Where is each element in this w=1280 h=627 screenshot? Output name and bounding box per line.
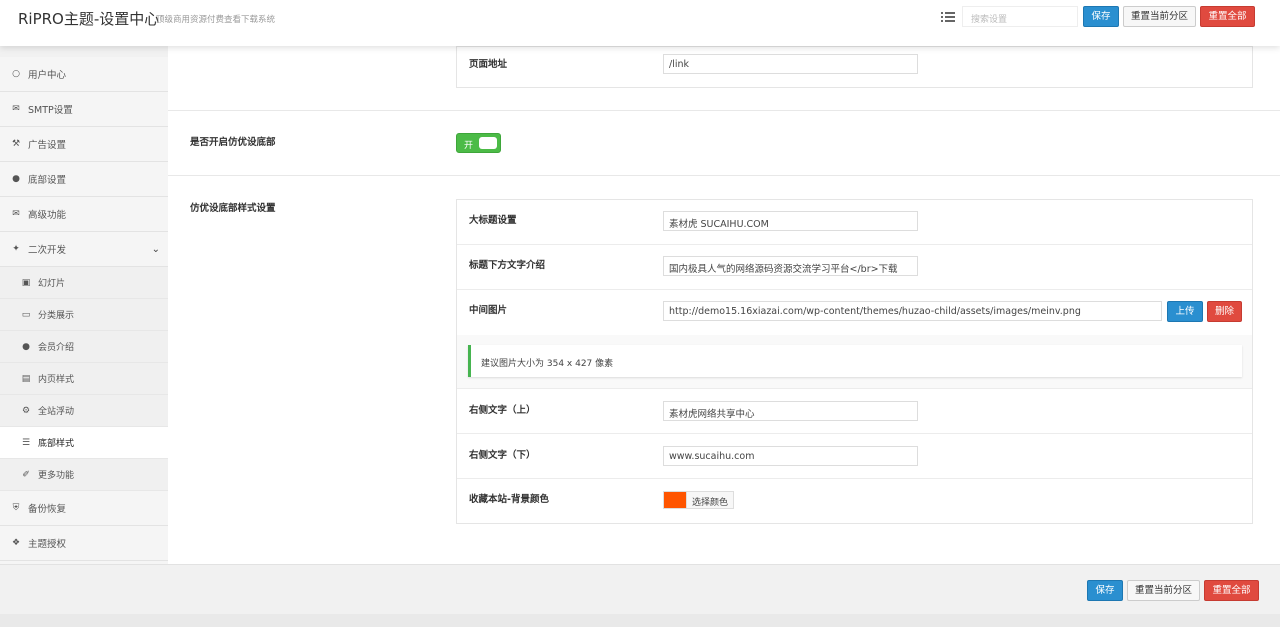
sidebar-subitem-label: 全站浮动 xyxy=(38,407,75,417)
middle-image-label: 中间图片 xyxy=(469,305,508,316)
magic-wand-icon: ✦ xyxy=(12,244,20,254)
top-header: RiPRO主题-设置中心 顶级商用资源付费查看下载系统 搜索设置 保存 重置当前… xyxy=(0,0,1280,46)
sidebar-item-label: SMTP设置 xyxy=(28,105,73,116)
sidebar-item-label: 广告设置 xyxy=(28,140,67,151)
image-size-notice: 建议图片大小为 354 x 427 像素 xyxy=(468,345,1242,377)
field-row: 右侧文字（下） www.sucaihu.com xyxy=(457,434,1252,479)
sidebar-item-label: 二次开发 xyxy=(28,245,67,256)
right-text-bottom-label: 右侧文字（下） xyxy=(469,450,536,461)
sliders-icon: ☰ xyxy=(21,437,31,448)
field-row: 右侧文字（上） 素材虎网络共享中心 xyxy=(457,389,1252,434)
sidebar-subitem-label: 分类展示 xyxy=(38,311,75,321)
sidebar-subitem-more[interactable]: ✐ 更多功能 xyxy=(0,459,168,491)
field-row: 大标题设置 素材虎 SUCAIHU.COM xyxy=(457,200,1252,245)
field-row: 标题下方文字介绍 国内极具人气的网络源码资源交流学习平台</br>下载 xyxy=(457,245,1252,290)
delete-button[interactable]: 删除 xyxy=(1207,301,1242,322)
field-row: 中间图片 http://demo15.16xiazai.com/wp-conte… xyxy=(457,290,1252,335)
sidebar-item-backup[interactable]: ⛨ 备份恢复 xyxy=(0,491,168,526)
right-text-bottom-input[interactable]: www.sucaihu.com xyxy=(663,446,918,466)
divider xyxy=(168,110,1280,111)
sidebar-subitem-float[interactable]: ⚙ 全站浮动 xyxy=(0,395,168,427)
brush-icon: ✐ xyxy=(22,469,30,480)
page-title: RiPRO主题-设置中心 xyxy=(18,10,160,28)
sidebar-item-label: 用户中心 xyxy=(28,70,67,81)
main-content: 页面地址 /link 是否开启仿优设底部 开 仿优设底部样式设置 大标题设置 素… xyxy=(168,46,1280,564)
sidebar-item-license[interactable]: ❖ 主题授权 xyxy=(0,526,168,561)
enable-footer-label: 是否开启仿优设底部 xyxy=(190,137,276,148)
subtitle-label: 标题下方文字介绍 xyxy=(469,260,546,271)
search-input[interactable]: 搜索设置 xyxy=(962,6,1078,27)
big-title-label: 大标题设置 xyxy=(469,215,517,226)
page-tagline: 顶级商用资源付费查看下载系统 xyxy=(156,15,276,25)
field-row: 收藏本站-背景颜色 选择颜色 xyxy=(457,479,1252,524)
toggle-knob xyxy=(479,137,497,149)
notice-row: 建议图片大小为 354 x 427 像素 xyxy=(457,335,1252,389)
sidebar-subitem-label: 内页样式 xyxy=(38,375,75,385)
sidebar-subitem-label: 更多功能 xyxy=(38,471,75,481)
handshake-icon: ❖ xyxy=(11,538,21,548)
sidebar-item-dev[interactable]: ✦ 二次开发 ⌄ xyxy=(0,232,168,267)
bookmark-bg-label: 收藏本站-背景颜色 xyxy=(469,494,549,505)
circle-icon: ● xyxy=(12,174,20,184)
sidebar-subitem-label: 会员介绍 xyxy=(38,343,75,353)
film-icon: ▣ xyxy=(21,277,31,288)
style-section-label: 仿优设底部样式设置 xyxy=(190,203,276,214)
sidebar-item-user-center[interactable]: ○ 用户中心 xyxy=(0,57,168,92)
sidebar: ○ 用户中心 ✉ SMTP设置 ⚒ 广告设置 ● 底部设置 ✉ 高级功能 ✦ 二… xyxy=(0,57,168,564)
chevron-down-icon: ⌄ xyxy=(151,244,160,255)
style-settings-panel: 大标题设置 素材虎 SUCAIHU.COM 标题下方文字介绍 国内极具人气的网络… xyxy=(456,199,1253,524)
reset-section-button[interactable]: 重置当前分区 xyxy=(1123,6,1196,27)
page-url-panel: 页面地址 /link xyxy=(456,46,1253,88)
sidebar-item-label: 高级功能 xyxy=(28,210,67,221)
footer-save-button[interactable]: 保存 xyxy=(1087,580,1123,601)
sidebar-subitem-inner-style[interactable]: ▤ 内页样式 xyxy=(0,363,168,395)
choose-color-button[interactable]: 选择颜色 xyxy=(686,491,735,509)
envelope-icon: ✉ xyxy=(12,104,20,114)
color-swatch[interactable] xyxy=(663,491,687,509)
upload-button[interactable]: 上传 xyxy=(1167,301,1203,322)
sidebar-item-advanced[interactable]: ✉ 高级功能 xyxy=(0,197,168,232)
sidebar-item-smtp[interactable]: ✉ SMTP设置 xyxy=(0,92,168,127)
middle-image-url-input[interactable]: http://demo15.16xiazai.com/wp-content/th… xyxy=(663,301,1162,321)
bookmark-icon: ▭ xyxy=(21,309,31,320)
list-icon[interactable] xyxy=(940,10,956,24)
sidebar-item-label: 主题授权 xyxy=(28,539,67,550)
sidebar-subitem-footer-style[interactable]: ☰ 底部样式 xyxy=(0,427,168,459)
right-text-top-label: 右侧文字（上） xyxy=(469,405,536,416)
footer-reset-all-button[interactable]: 重置全部 xyxy=(1204,580,1259,601)
page-url-input[interactable]: /link xyxy=(663,54,918,74)
footer-reset-section-button[interactable]: 重置当前分区 xyxy=(1127,580,1200,601)
enable-footer-toggle[interactable]: 开 xyxy=(456,133,501,153)
user-icon: ○ xyxy=(12,69,20,79)
toggle-label: 开 xyxy=(464,141,474,151)
sidebar-subitem-label: 幻灯片 xyxy=(38,279,66,289)
sidebar-item-ads[interactable]: ⚒ 广告设置 xyxy=(0,127,168,162)
reset-all-button[interactable]: 重置全部 xyxy=(1200,6,1255,27)
gear-icon: ⚙ xyxy=(21,405,31,416)
footer-strip xyxy=(0,614,1280,627)
page-url-label: 页面地址 xyxy=(469,59,508,70)
sidebar-item-label: 底部设置 xyxy=(28,175,67,186)
user-icon: ● xyxy=(22,341,30,352)
big-title-input[interactable]: 素材虎 SUCAIHU.COM xyxy=(663,211,918,231)
sidebar-subitem-category[interactable]: ▭ 分类展示 xyxy=(0,299,168,331)
subtitle-input[interactable]: 国内极具人气的网络源码资源交流学习平台</br>下载 xyxy=(663,256,918,276)
sidebar-item-footer-settings[interactable]: ● 底部设置 xyxy=(0,162,168,197)
envelope-icon: ✉ xyxy=(12,209,20,219)
document-icon: ▤ xyxy=(21,373,31,384)
sidebar-subitem-membership[interactable]: ● 会员介绍 xyxy=(0,331,168,363)
shield-icon: ⛨ xyxy=(12,503,20,513)
sidebar-item-label: 备份恢复 xyxy=(28,504,67,515)
save-button[interactable]: 保存 xyxy=(1083,6,1119,27)
gavel-icon: ⚒ xyxy=(11,139,21,149)
sidebar-subitem-slides[interactable]: ▣ 幻灯片 xyxy=(0,267,168,299)
right-text-top-input[interactable]: 素材虎网络共享中心 xyxy=(663,401,918,421)
divider xyxy=(168,175,1280,176)
sidebar-subitem-label: 底部样式 xyxy=(38,439,75,449)
